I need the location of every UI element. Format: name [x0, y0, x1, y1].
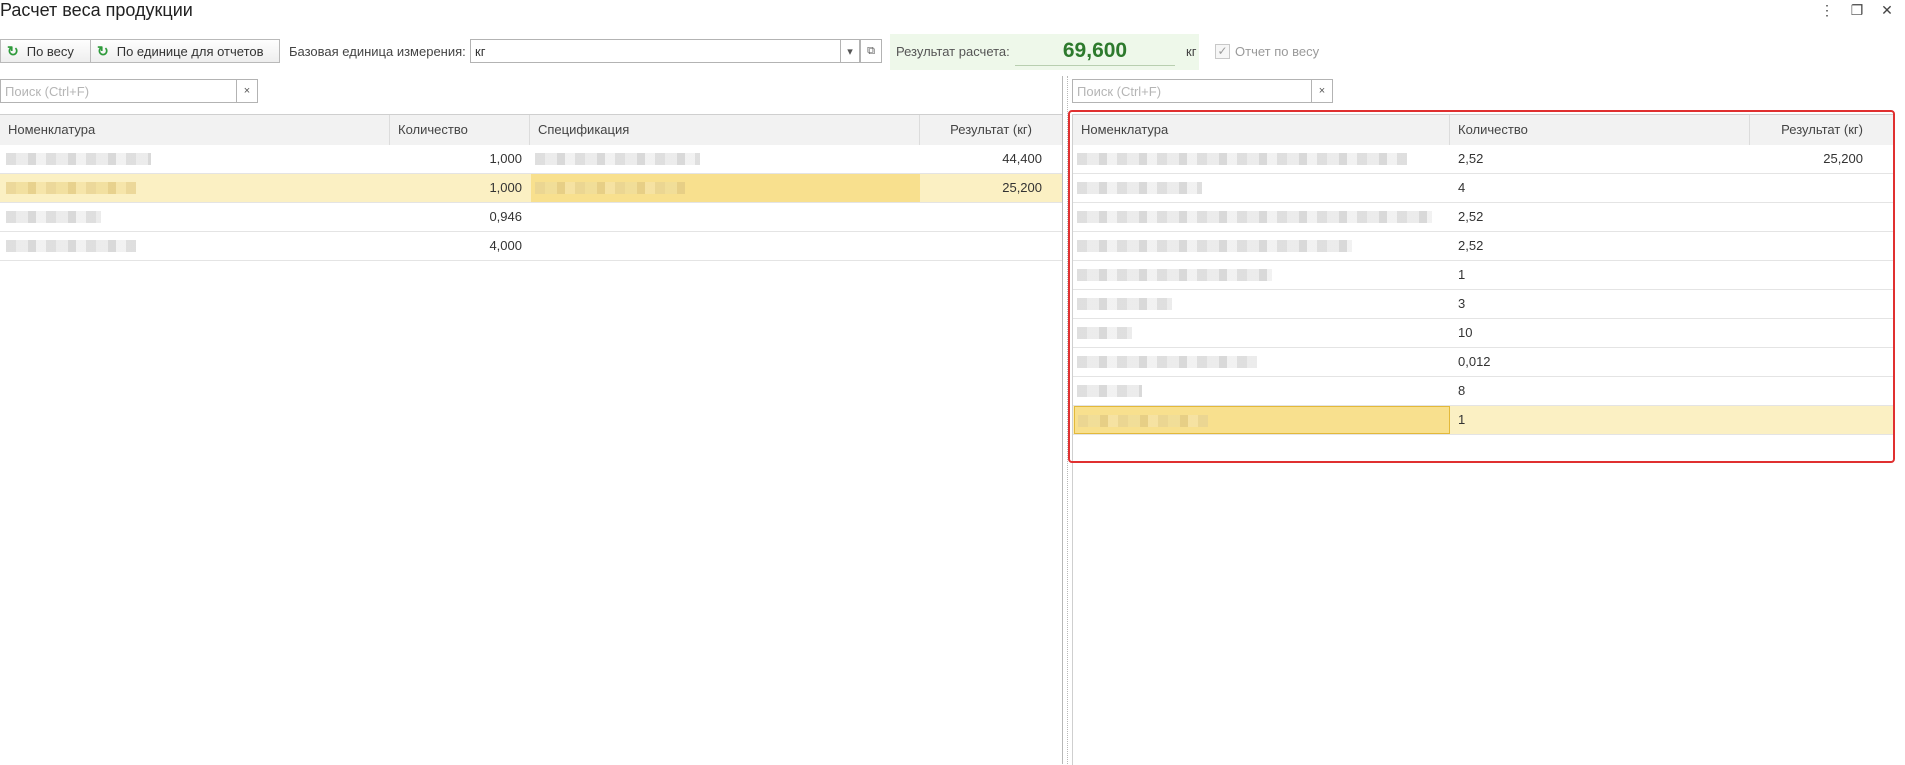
open-window-icon: ⧉: [867, 44, 875, 57]
left-search-clear-button[interactable]: ×: [236, 79, 258, 103]
refresh-icon: ↻: [7, 42, 19, 59]
redacted-nomenclature: [6, 153, 151, 165]
base-unit-field[interactable]: кг: [470, 39, 842, 63]
redacted-nomenclature: [6, 240, 136, 252]
quantity-cell[interactable]: 0,946: [390, 203, 530, 231]
redacted-specification: [535, 182, 685, 194]
open-button[interactable]: ⧉: [860, 39, 882, 63]
restore-window-icon[interactable]: ❐: [1848, 2, 1866, 19]
quantity-cell[interactable]: 1,000: [390, 174, 530, 202]
table-row[interactable]: 1,000 44,400: [0, 145, 1062, 174]
base-unit-label: Базовая единица измерения:: [289, 44, 466, 59]
chevron-down-icon: ▾: [847, 45, 853, 58]
window-title: Расчет веса продукции: [0, 0, 193, 20]
redacted-nomenclature: [6, 182, 136, 194]
highlight-frame: [1068, 110, 1895, 463]
clear-icon: ×: [243, 85, 251, 97]
result-label: Результат расчета:: [896, 44, 1010, 59]
left-search-input[interactable]: Поиск (Ctrl+F): [0, 79, 237, 103]
base-unit-value: кг: [475, 43, 486, 59]
table-row[interactable]: 4,000: [0, 232, 1062, 261]
by-report-unit-button-label: По единице для отчетов: [116, 43, 264, 59]
left-table: Номенклатура Количество Спецификация Рез…: [0, 114, 1062, 765]
by-report-unit-button[interactable]: ↻ По единице для отчетов: [90, 39, 280, 63]
right-search-placeholder: Поиск (Ctrl+F): [1077, 83, 1162, 99]
redacted-nomenclature: [6, 211, 101, 223]
report-by-weight-checkbox[interactable]: ✓: [1215, 44, 1230, 59]
right-search-input[interactable]: Поиск (Ctrl+F): [1072, 79, 1312, 103]
more-actions-icon[interactable]: ⋮: [1818, 2, 1836, 19]
redacted-specification: [535, 153, 700, 165]
report-by-weight-label: Отчет по весу: [1235, 44, 1320, 59]
by-weight-button-label: По весу: [26, 43, 74, 59]
column-header-nomenclature[interactable]: Номенклатура: [0, 115, 390, 145]
close-icon[interactable]: ✕: [1878, 2, 1896, 19]
clear-icon: ×: [1318, 85, 1326, 97]
left-search-placeholder: Поиск (Ctrl+F): [5, 83, 90, 99]
result-cell[interactable]: 25,200: [920, 174, 1062, 202]
specification-cell[interactable]: [531, 174, 920, 202]
by-weight-button[interactable]: ↻ По весу: [0, 39, 91, 63]
column-header-result[interactable]: Результат (кг): [920, 115, 1062, 145]
result-cell[interactable]: 44,400: [920, 145, 1062, 173]
result-unit: кг: [1186, 44, 1197, 59]
table-row[interactable]: 0,946: [0, 203, 1062, 232]
quantity-cell[interactable]: 4,000: [390, 232, 530, 260]
result-value: 69,600: [1015, 37, 1175, 66]
dropdown-button[interactable]: ▾: [840, 39, 860, 63]
right-search-clear-button[interactable]: ×: [1311, 79, 1333, 103]
column-header-quantity[interactable]: Количество: [390, 115, 530, 145]
table-row[interactable]: 1,000 25,200: [0, 174, 1062, 203]
quantity-cell[interactable]: 1,000: [390, 145, 530, 173]
column-header-specification[interactable]: Спецификация: [530, 115, 920, 145]
refresh-icon: ↻: [97, 42, 109, 59]
